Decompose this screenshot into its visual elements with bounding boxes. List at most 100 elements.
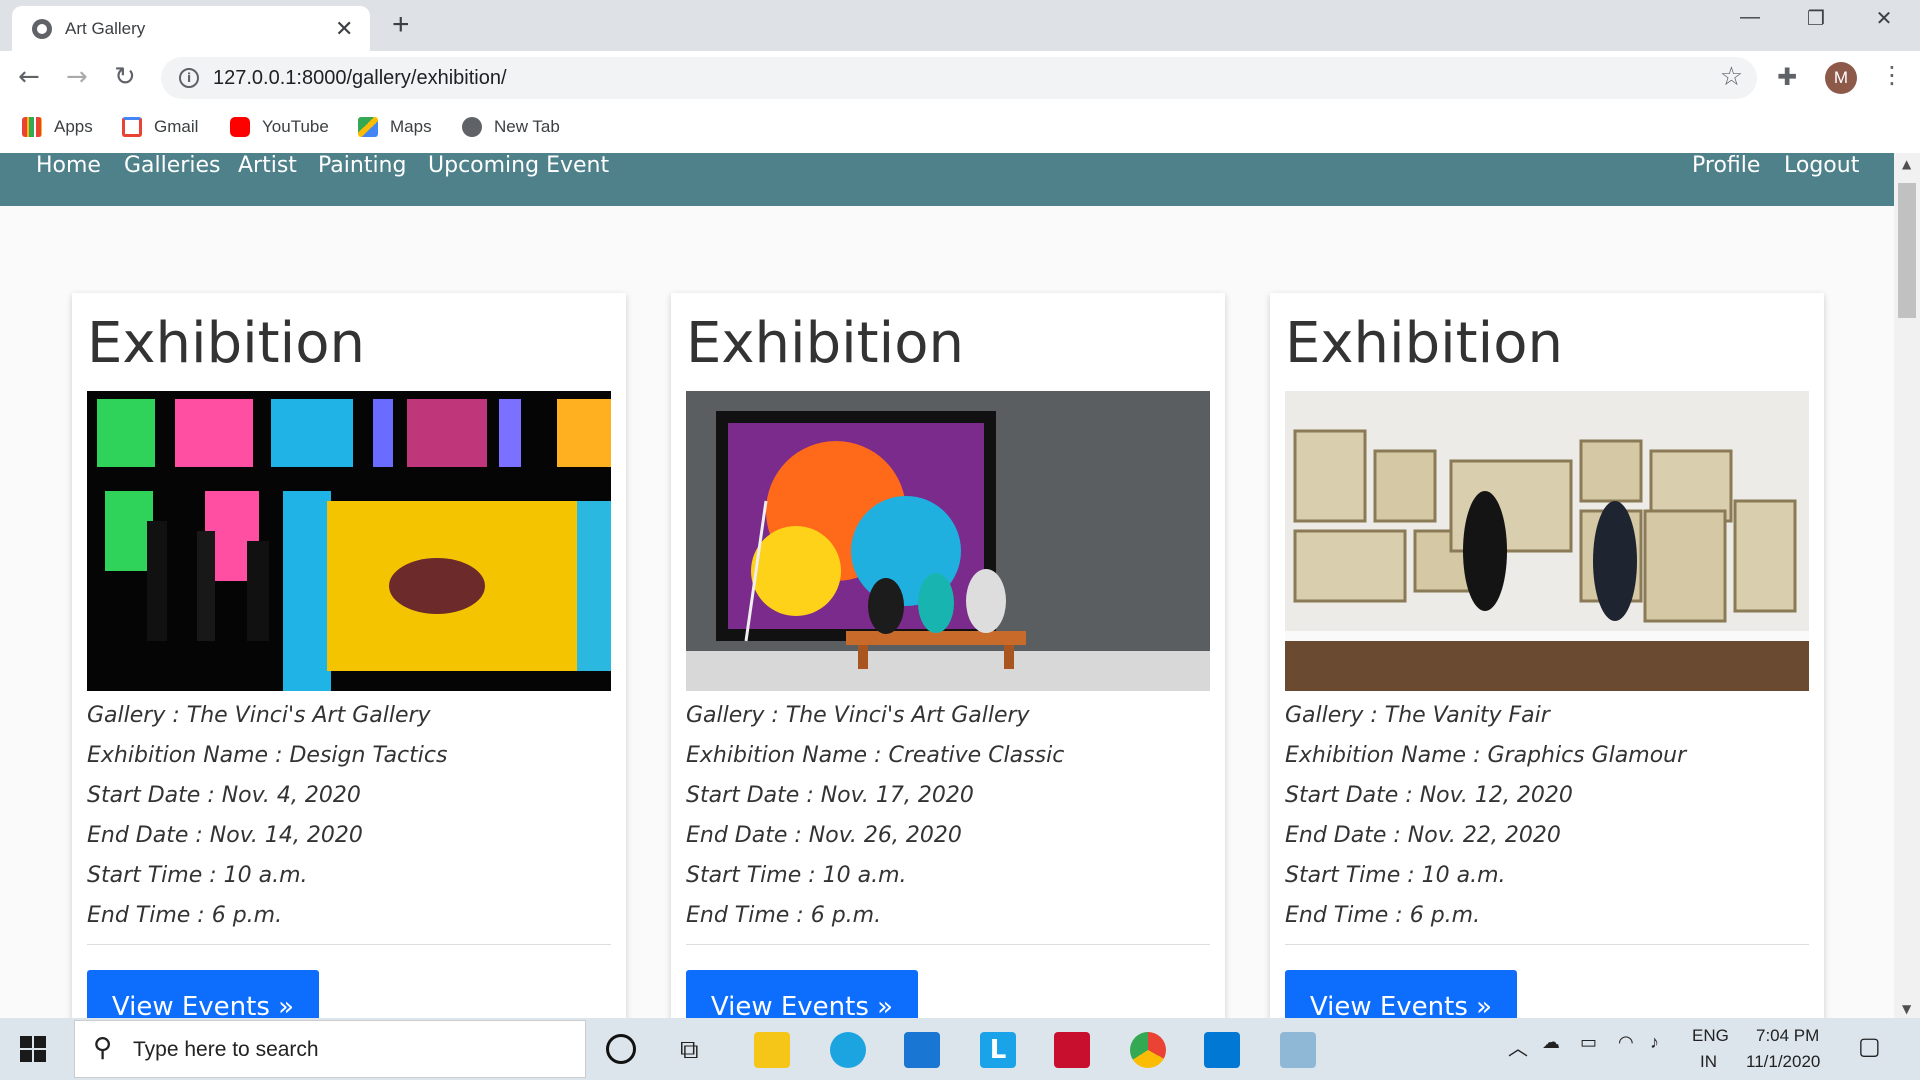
forward-icon[interactable]: → <box>66 62 88 92</box>
wifi-icon[interactable]: ◠ <box>1618 1032 1634 1053</box>
bookmark-apps[interactable]: Apps <box>22 117 93 137</box>
volume-icon[interactable]: ♪ <box>1650 1032 1659 1053</box>
scroll-up-icon[interactable]: ▲ <box>1902 157 1911 171</box>
card-start-time: Start Time : 10 a.m. <box>686 863 907 888</box>
nav-logout[interactable]: Logout <box>1784 153 1859 206</box>
browser-toolbar: ← → ↻ i 127.0.0.1:8000/gallery/exhibitio… <box>0 51 1920 105</box>
card-end-date: End Date : Nov. 14, 2020 <box>87 823 363 848</box>
youtube-icon <box>230 117 250 137</box>
card-end-time: End Time : 6 p.m. <box>87 903 283 928</box>
cortana-icon[interactable] <box>606 1034 636 1064</box>
bookmark-label: Maps <box>390 117 432 136</box>
kebab-menu-icon[interactable]: ⋮ <box>1880 61 1904 89</box>
divider <box>1285 944 1809 945</box>
mcafee-icon[interactable] <box>1054 1032 1090 1068</box>
region-indicator: IN <box>1700 1052 1717 1071</box>
view-events-button[interactable]: View Events » <box>686 970 918 1018</box>
card-end-time: End Time : 6 p.m. <box>686 903 882 928</box>
nav-upcoming-event[interactable]: Upcoming Event <box>428 153 609 206</box>
apps-grid-icon <box>22 117 42 137</box>
minimize-icon[interactable]: — <box>1730 6 1770 29</box>
divider <box>87 944 611 945</box>
scroll-thumb[interactable] <box>1898 183 1916 318</box>
vscode-icon[interactable] <box>1204 1032 1240 1068</box>
card-start-date: Start Date : Nov. 17, 2020 <box>686 783 974 808</box>
gmail-icon <box>122 117 142 137</box>
close-tab-icon[interactable]: ✕ <box>335 16 353 42</box>
edge-icon[interactable] <box>830 1032 866 1068</box>
exhibition-image <box>686 391 1210 691</box>
divider <box>686 944 1210 945</box>
exhibition-card: Exhibition Gallery : The Vanity Fair Exh… <box>1270 293 1824 1018</box>
bookmark-star-icon[interactable]: ☆ <box>1720 62 1743 92</box>
windows-taskbar: ⚲ Type here to search ⧉ L ︿ ☁ ▭ ◠ ♪ ENG … <box>0 1018 1920 1080</box>
bookmark-new-tab[interactable]: New Tab <box>462 117 560 137</box>
card-exhibition-name: Exhibition Name : Creative Classic <box>686 743 1065 768</box>
reload-icon[interactable]: ↻ <box>114 62 136 92</box>
clock-time[interactable]: 7:04 PM <box>1756 1026 1819 1046</box>
tab-title: Art Gallery <box>65 19 146 38</box>
taskbar-search-box[interactable]: ⚲ Type here to search <box>74 1020 586 1078</box>
card-start-time: Start Time : 10 a.m. <box>87 863 308 888</box>
clock-date[interactable]: 11/1/2020 <box>1746 1052 1820 1072</box>
card-gallery: Gallery : The Vinci's Art Gallery <box>686 703 1030 728</box>
card-title: Exhibition <box>87 311 365 376</box>
card-end-date: End Date : Nov. 22, 2020 <box>1285 823 1561 848</box>
card-exhibition-name: Exhibition Name : Design Tactics <box>87 743 448 768</box>
scroll-down-icon[interactable]: ▼ <box>1902 1002 1911 1016</box>
nav-home[interactable]: Home <box>36 153 101 206</box>
close-window-icon[interactable]: ✕ <box>1864 6 1904 31</box>
tray-chevron-icon[interactable]: ︿ <box>1508 1032 1528 1061</box>
new-tab-icon[interactable]: + <box>392 8 410 42</box>
windows-start-icon[interactable] <box>20 1036 46 1062</box>
task-view-icon[interactable]: ⧉ <box>680 1032 716 1068</box>
card-gallery: Gallery : The Vinci's Art Gallery <box>87 703 431 728</box>
extensions-icon[interactable]: ✚ <box>1777 63 1797 91</box>
maps-icon <box>358 117 378 137</box>
nav-profile[interactable]: Profile <box>1692 153 1760 206</box>
nav-painting[interactable]: Painting <box>318 153 406 206</box>
mail-icon[interactable] <box>904 1032 940 1068</box>
bookmark-label: Gmail <box>154 117 199 136</box>
card-title: Exhibition <box>686 311 964 376</box>
language-indicator[interactable]: ENG <box>1692 1026 1729 1046</box>
nav-galleries[interactable]: Galleries <box>124 153 220 206</box>
bookmarks-bar: Apps Gmail YouTube Maps New Tab <box>0 105 1920 153</box>
view-events-button[interactable]: View Events » <box>1285 970 1517 1018</box>
tab-bar: Art Gallery ✕ + — ❐ ✕ <box>0 0 1920 51</box>
restore-icon[interactable]: ❐ <box>1796 6 1836 31</box>
page-scrollbar[interactable]: ▲ ▼ <box>1894 153 1920 1018</box>
view-events-button[interactable]: View Events » <box>87 970 319 1018</box>
card-start-time: Start Time : 10 a.m. <box>1285 863 1506 888</box>
globe-icon <box>32 19 52 39</box>
browser-tab[interactable]: Art Gallery ✕ <box>12 6 370 51</box>
notepad-icon[interactable] <box>1280 1032 1316 1068</box>
globe-icon <box>462 117 482 137</box>
search-icon: ⚲ <box>93 1033 113 1063</box>
chrome-icon[interactable] <box>1130 1032 1166 1068</box>
bookmark-label: Apps <box>54 117 93 136</box>
bookmark-maps[interactable]: Maps <box>358 117 432 137</box>
card-end-time: End Time : 6 p.m. <box>1285 903 1481 928</box>
nav-artist[interactable]: Artist <box>238 153 297 206</box>
address-bar[interactable]: i 127.0.0.1:8000/gallery/exhibition/ ☆ <box>161 57 1757 99</box>
info-icon[interactable]: i <box>179 68 199 88</box>
bookmark-label: YouTube <box>262 117 329 136</box>
exhibition-card: Exhibition Gallery: The Vinci's Art Gal… <box>72 293 626 1018</box>
bookmark-label: New Tab <box>494 117 560 136</box>
battery-icon[interactable]: ▭ <box>1580 1032 1597 1053</box>
card-exhibition-name: Exhibition Name : Graphics Glamour <box>1285 743 1687 768</box>
exhibition-card: Exhibition Gallery : The Vinci's Art Gal… <box>671 293 1225 1018</box>
avatar[interactable]: M <box>1825 62 1857 94</box>
card-title: Exhibition <box>1285 311 1563 376</box>
l-app-icon[interactable]: L <box>980 1032 1016 1068</box>
file-explorer-icon[interactable] <box>754 1032 790 1068</box>
back-icon[interactable]: ← <box>18 62 40 92</box>
bookmark-gmail[interactable]: Gmail <box>122 117 198 137</box>
notification-icon[interactable]: ▢ <box>1858 1032 1881 1061</box>
card-end-date: End Date : Nov. 26, 2020 <box>686 823 962 848</box>
bookmark-youtube[interactable]: YouTube <box>230 117 329 137</box>
browser-chrome: Art Gallery ✕ + — ❐ ✕ ← → ↻ i 127.0.0.1:… <box>0 0 1920 153</box>
onedrive-icon[interactable]: ☁ <box>1542 1032 1560 1053</box>
card-start-date: Start Date : Nov. 12, 2020 <box>1285 783 1573 808</box>
